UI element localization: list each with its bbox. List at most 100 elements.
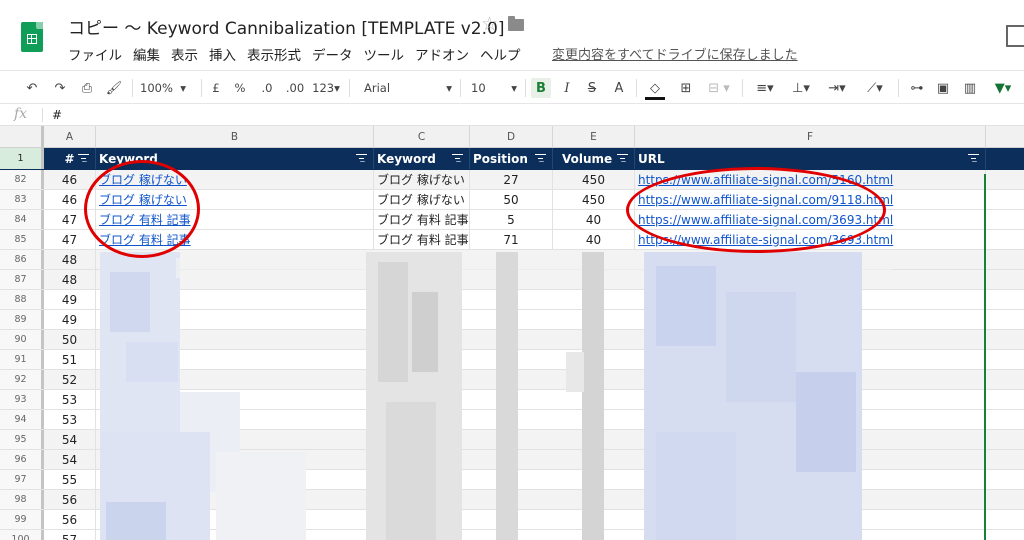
row-number[interactable]: 83 (0, 190, 44, 209)
italic-button[interactable]: I (558, 78, 576, 98)
text-color-button[interactable]: A (610, 78, 628, 98)
cell-number[interactable]: 55 (44, 470, 96, 489)
fill-color-icon[interactable]: ◇ (645, 78, 665, 98)
cell-volume[interactable]: 450 (553, 190, 635, 209)
header-cell-position[interactable]: Position (470, 148, 553, 169)
cell-position[interactable]: 27 (470, 170, 553, 189)
star-icon[interactable]: ☆ (481, 13, 498, 35)
decrease-decimal-button[interactable]: .0 (256, 78, 278, 98)
cell-position[interactable]: 5 (470, 210, 553, 229)
column-header-a[interactable]: A (44, 126, 96, 148)
header-cell-number[interactable]: # (44, 148, 96, 169)
text-wrap-icon[interactable]: ⇥▾ (822, 78, 852, 98)
menu-view[interactable]: 表示 (171, 44, 198, 64)
row-number[interactable]: 86 (0, 250, 44, 269)
cell-keyword-2[interactable]: ブログ 稼げない (374, 170, 470, 189)
row-number[interactable]: 82 (0, 170, 44, 189)
header-cell-volume[interactable]: Volume (553, 148, 635, 169)
cell-number[interactable]: 56 (44, 490, 96, 509)
vertical-align-icon[interactable]: ⊥▾ (786, 78, 816, 98)
row-number[interactable]: 89 (0, 310, 44, 329)
header-cell-url[interactable]: URL (635, 148, 986, 169)
filter-menu-icon[interactable] (968, 153, 979, 164)
row-number[interactable]: 88 (0, 290, 44, 309)
row-number[interactable]: 1 (0, 148, 44, 169)
cell-number[interactable]: 48 (44, 250, 96, 269)
currency-button[interactable]: £ (208, 78, 224, 98)
folder-icon[interactable] (508, 16, 524, 31)
text-rotation-icon[interactable]: ⟋▾ (858, 78, 892, 98)
row-number[interactable]: 97 (0, 470, 44, 489)
column-header-b[interactable]: B (96, 126, 374, 148)
cell-position[interactable]: 50 (470, 190, 553, 209)
filter-menu-icon[interactable] (617, 153, 628, 164)
print-icon[interactable]: ⎙ (77, 78, 97, 98)
filter-menu-icon[interactable] (452, 153, 463, 164)
select-all-corner[interactable] (0, 126, 44, 148)
row-number[interactable]: 98 (0, 490, 44, 509)
insert-chart-icon[interactable]: ▥ (960, 78, 980, 98)
bold-button[interactable]: B (531, 78, 551, 98)
row-number[interactable]: 92 (0, 370, 44, 389)
comments-button[interactable] (1006, 25, 1024, 47)
row-number[interactable]: 93 (0, 390, 44, 409)
merge-cells-icon[interactable]: ⊟ ▾ (704, 78, 734, 98)
strikethrough-button[interactable]: S (583, 78, 601, 98)
cell-volume[interactable]: 450 (553, 170, 635, 189)
row-number[interactable]: 94 (0, 410, 44, 429)
cell-number[interactable]: 46 (44, 170, 96, 189)
menu-help[interactable]: ヘルプ (480, 44, 521, 64)
filter-menu-icon[interactable] (356, 153, 367, 164)
cell-number[interactable]: 50 (44, 330, 96, 349)
cell-number[interactable]: 52 (44, 370, 96, 389)
row-number[interactable]: 87 (0, 270, 44, 289)
cell-volume[interactable]: 40 (553, 230, 635, 249)
cell-number[interactable]: 47 (44, 230, 96, 249)
cell-keyword-2[interactable]: ブログ 有料 記事 (374, 230, 470, 249)
column-header-e[interactable]: E (553, 126, 635, 148)
menu-data[interactable]: データ (312, 44, 353, 64)
zoom-select[interactable]: 100% ▾ (140, 78, 198, 98)
cell-position[interactable]: 71 (470, 230, 553, 249)
horizontal-align-icon[interactable]: ≡▾ (750, 78, 780, 98)
font-select[interactable]: Arial ▾ (358, 78, 458, 98)
cell-keyword-2[interactable]: ブログ 稼げない (374, 190, 470, 209)
paint-format-icon[interactable]: 🖌 (104, 78, 124, 98)
row-number[interactable]: 99 (0, 510, 44, 529)
header-cell-keyword-2[interactable]: Keyword (374, 148, 470, 169)
cell-number[interactable]: 53 (44, 410, 96, 429)
menu-tools[interactable]: ツール (364, 44, 405, 64)
filter-icon[interactable]: ▼▾ (988, 78, 1018, 98)
cell-number[interactable]: 53 (44, 390, 96, 409)
cell-keyword-2[interactable]: ブログ 有料 記事 (374, 210, 470, 229)
cell-number[interactable]: 54 (44, 450, 96, 469)
cell-number[interactable]: 54 (44, 430, 96, 449)
document-title[interactable]: コピー 〜 Keyword Cannibalization [TEMPLATE … (68, 14, 504, 39)
column-header-d[interactable]: D (470, 126, 553, 148)
menu-insert[interactable]: 挿入 (209, 44, 236, 64)
row-number[interactable]: 91 (0, 350, 44, 369)
cell-number[interactable]: 49 (44, 310, 96, 329)
cell-number[interactable]: 48 (44, 270, 96, 289)
column-header-f[interactable]: F (635, 126, 986, 148)
borders-icon[interactable]: ⊞ (676, 78, 696, 98)
increase-decimal-button[interactable]: .00 (282, 78, 308, 98)
formula-input[interactable]: # (52, 108, 62, 122)
save-status-link[interactable]: 変更内容をすべてドライブに保存しました (552, 44, 798, 63)
undo-icon[interactable]: ↶ (22, 78, 42, 98)
font-size-select[interactable]: 10 ▾ (466, 78, 522, 98)
cell-number[interactable]: 49 (44, 290, 96, 309)
cell-number[interactable]: 56 (44, 510, 96, 529)
sheets-logo-icon[interactable] (21, 22, 43, 52)
insert-link-icon[interactable]: ⊶ (907, 78, 927, 98)
menu-file[interactable]: ファイル (68, 44, 122, 64)
menu-edit[interactable]: 編集 (133, 44, 160, 64)
row-number[interactable]: 84 (0, 210, 44, 229)
row-number[interactable]: 85 (0, 230, 44, 249)
menu-addons[interactable]: アドオン (415, 44, 469, 64)
row-number[interactable]: 96 (0, 450, 44, 469)
more-formats-button[interactable]: 123▾ (311, 78, 341, 98)
filter-menu-icon[interactable] (78, 153, 89, 164)
filter-menu-icon[interactable] (535, 153, 546, 164)
insert-comment-icon[interactable]: ▣ (933, 78, 953, 98)
